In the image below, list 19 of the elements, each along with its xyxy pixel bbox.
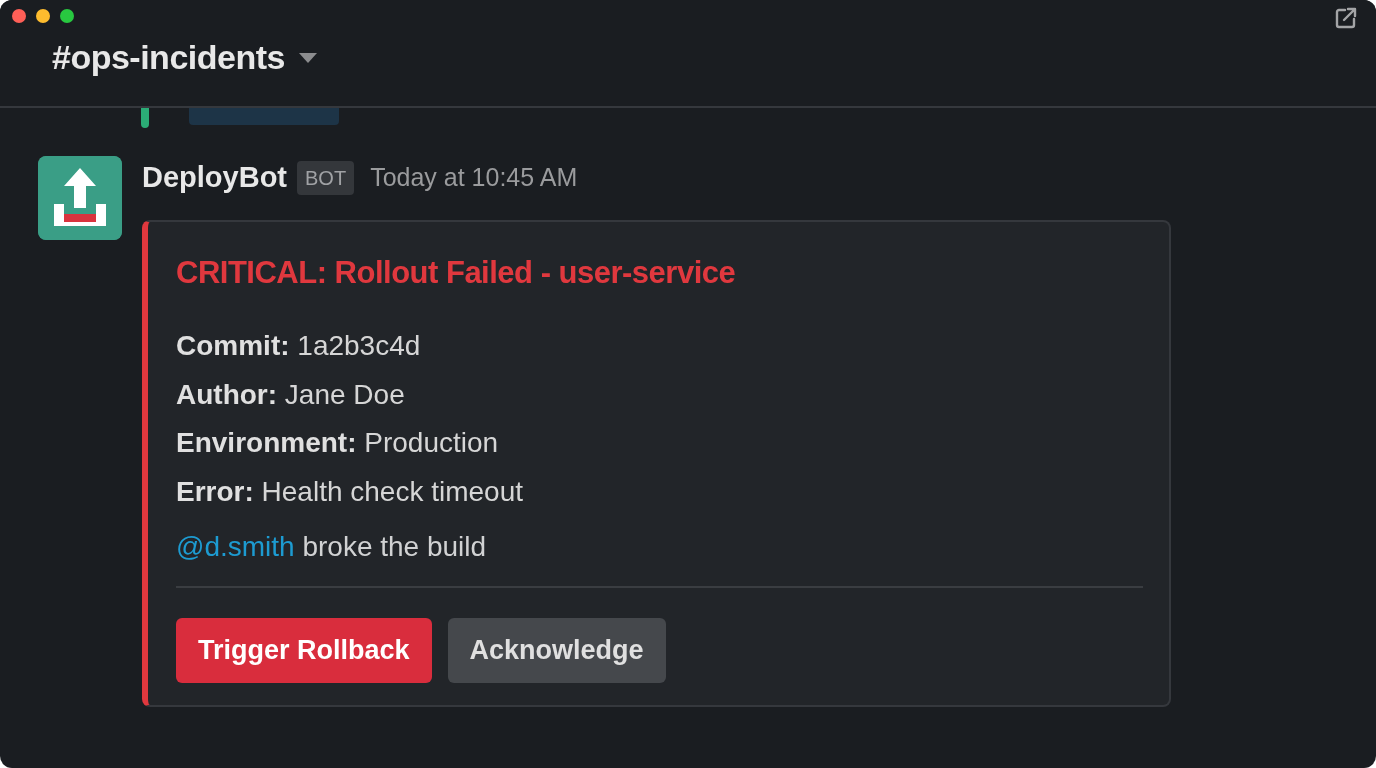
bot-badge: BOT <box>297 160 355 195</box>
rollback-button[interactable]: Trigger Rollback <box>176 618 432 683</box>
acknowledge-button[interactable]: Acknowledge <box>447 618 666 683</box>
close-icon[interactable] <box>12 9 26 23</box>
user-mention[interactable]: @d.smith <box>176 531 295 562</box>
upload-icon <box>38 156 122 240</box>
message-text: @d.smith broke the build <box>176 530 488 564</box>
field-line: Author: Jane Doe <box>176 377 406 412</box>
maximize-icon[interactable] <box>60 9 74 23</box>
field-line: Commit: 1a2b3c4d <box>176 329 422 363</box>
author-name[interactable]: DeployBot <box>142 156 287 200</box>
channel-title[interactable]: #ops-incidents <box>52 32 285 83</box>
field-line: Error: Health check timeout <box>176 474 525 509</box>
external-link-icon[interactable] <box>1334 6 1358 30</box>
timestamp: Today at 10:45 AM <box>370 162 578 193</box>
field-line: Environment: Production <box>176 426 500 460</box>
caret-icon[interactable] <box>298 52 317 63</box>
minimize-icon[interactable] <box>36 9 50 23</box>
alert-title: CRITICAL: Rollout Failed - user-service <box>176 253 737 292</box>
